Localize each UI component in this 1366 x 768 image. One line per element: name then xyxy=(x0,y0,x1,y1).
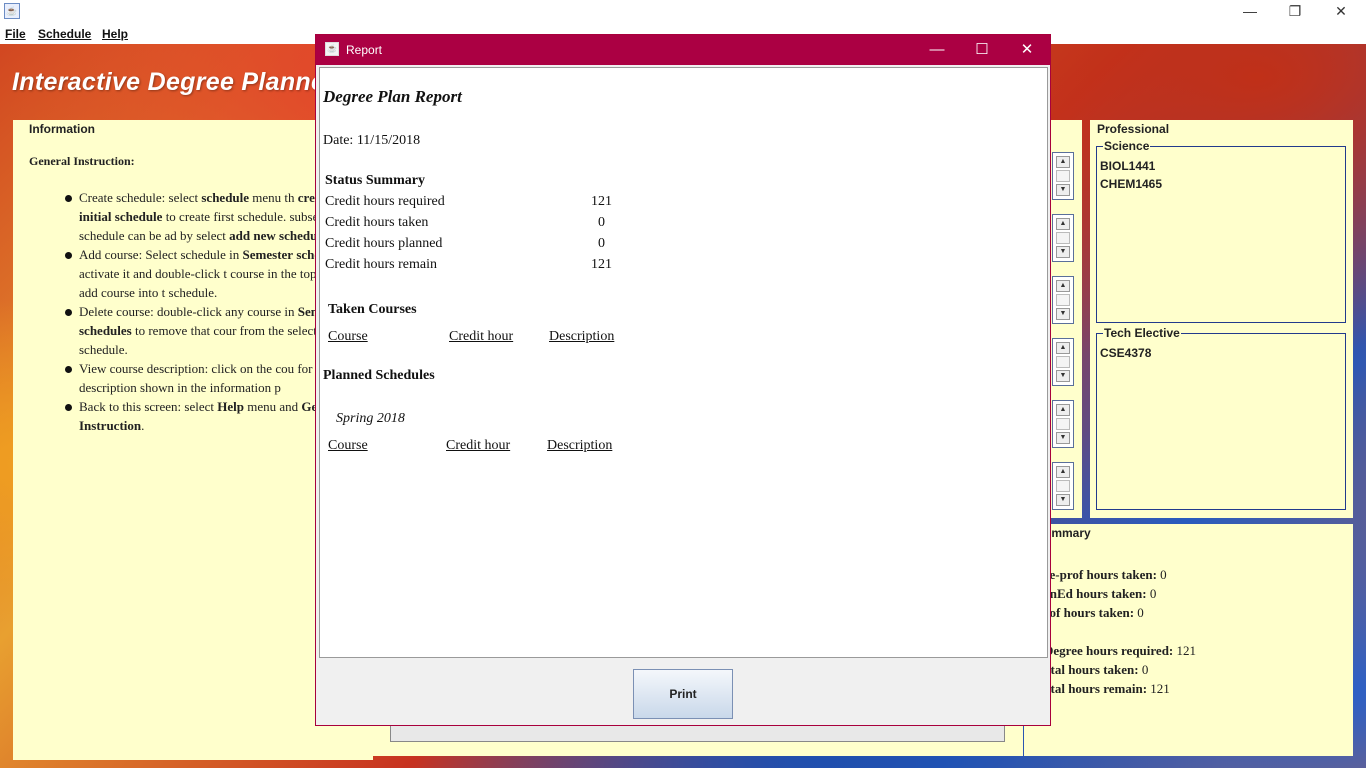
menu-schedule[interactable]: Schedule xyxy=(38,27,91,41)
course-item[interactable]: CHEM1465 xyxy=(1100,177,1162,191)
professional-panel: Professional Science BIOL1441 CHEM1465 T… xyxy=(1090,120,1353,518)
planned-header-course: Course xyxy=(328,438,368,453)
tech-elective-group: Tech Elective CSE4378 xyxy=(1096,326,1346,510)
scroll-down-icon[interactable]: ▼ xyxy=(1056,370,1070,382)
report-dialog-title-bar: ☕ Report — ☐ ✕ xyxy=(316,35,1050,65)
status-row-label: Credit hours taken xyxy=(325,215,429,230)
summary-line: otal hours taken: 0 xyxy=(1044,662,1149,677)
status-row-value: 121 xyxy=(591,257,612,272)
information-title: Information xyxy=(29,122,95,136)
report-dialog-title: Report xyxy=(346,43,383,57)
list-scrollbar[interactable]: ▲ ▼ xyxy=(1052,462,1074,510)
status-row-label: Credit hours remain xyxy=(325,257,437,272)
status-row-value: 0 xyxy=(598,215,605,230)
planned-schedules-title: Planned Schedules xyxy=(323,368,435,383)
semester-schedules-scrollbar[interactable] xyxy=(390,724,1005,742)
scroll-up-icon[interactable]: ▲ xyxy=(1056,466,1070,478)
planned-header-description: Description xyxy=(547,438,613,453)
status-row-label: Credit hours required xyxy=(325,194,445,209)
summary-line: re-prof hours taken: 0 xyxy=(1044,567,1167,582)
science-label: Science xyxy=(1103,139,1151,153)
summary-line: Degree hours required: 121 xyxy=(1044,643,1197,658)
summary-title: ummary xyxy=(1044,526,1091,540)
app-title: Interactive Degree Planne xyxy=(12,68,326,96)
general-instruction-title: General Instruction: xyxy=(29,154,135,168)
scroll-down-icon[interactable]: ▼ xyxy=(1056,308,1070,320)
dialog-maximize-button[interactable]: ☐ xyxy=(959,35,1005,65)
list-scrollbar[interactable]: ▲ ▼ xyxy=(1052,276,1074,324)
java-app-icon: ☕ xyxy=(4,3,20,19)
minimize-button[interactable]: — xyxy=(1227,0,1273,24)
restore-button[interactable]: ❐ xyxy=(1272,0,1318,24)
status-row-value: 121 xyxy=(591,194,612,209)
menu-help-label: Help xyxy=(102,27,129,41)
tech-elective-label: Tech Elective xyxy=(1103,326,1181,340)
scroll-up-icon[interactable]: ▲ xyxy=(1056,342,1070,354)
print-button[interactable]: Print xyxy=(633,669,733,719)
summary-line: enEd hours taken: 0 xyxy=(1044,586,1157,601)
java-app-icon: ☕ xyxy=(325,42,339,56)
scroll-down-icon[interactable]: ▼ xyxy=(1056,184,1070,196)
report-dialog: ☕ Report — ☐ ✕ Degree Plan Report Date: … xyxy=(315,34,1051,726)
semester-name: Spring 2018 xyxy=(336,411,405,426)
summary-line: otal hours remain: 121 xyxy=(1044,681,1170,696)
summary-line: rof hours taken: 0 xyxy=(1044,605,1144,620)
status-row-value: 0 xyxy=(598,236,605,251)
report-heading: Degree Plan Report xyxy=(323,87,462,106)
dialog-close-button[interactable]: ✕ xyxy=(1004,35,1050,65)
taken-header-course: Course xyxy=(328,329,368,344)
list-scrollbar[interactable]: ▲ ▼ xyxy=(1052,400,1074,448)
list-scrollbar[interactable]: ▲ ▼ xyxy=(1052,152,1074,200)
menu-schedule-label: Schedule xyxy=(38,27,92,41)
taken-header-credit-hour: Credit hour xyxy=(449,329,514,344)
status-summary-title: Status Summary xyxy=(325,173,425,188)
summary-panel: ummary re-prof hours taken: 0 enEd hours… xyxy=(1024,524,1353,756)
planned-header-credit-hour: Credit hour xyxy=(446,438,511,453)
scroll-down-icon[interactable]: ▼ xyxy=(1056,432,1070,444)
science-group: Science BIOL1441 CHEM1465 xyxy=(1096,139,1346,323)
scroll-up-icon[interactable]: ▲ xyxy=(1056,218,1070,230)
menu-file-label: File xyxy=(5,27,26,41)
status-row-label: Credit hours planned xyxy=(325,236,443,251)
scroll-up-icon[interactable]: ▲ xyxy=(1056,156,1070,168)
taken-header-description: Description xyxy=(549,329,615,344)
list-scrollbar[interactable]: ▲ ▼ xyxy=(1052,214,1074,262)
menu-help[interactable]: Help xyxy=(102,27,128,41)
main-title-bar: ☕ — ❐ ✕ xyxy=(0,0,1366,24)
close-button[interactable]: ✕ xyxy=(1318,0,1364,24)
course-item[interactable]: CSE4378 xyxy=(1100,346,1151,360)
scroll-down-icon[interactable]: ▼ xyxy=(1056,246,1070,258)
taken-courses-title: Taken Courses xyxy=(328,302,417,317)
professional-title: Professional xyxy=(1097,122,1170,136)
course-item[interactable]: BIOL1441 xyxy=(1100,159,1155,173)
menu-file[interactable]: File xyxy=(5,27,26,41)
scroll-up-icon[interactable]: ▲ xyxy=(1056,404,1070,416)
scroll-down-icon[interactable]: ▼ xyxy=(1056,494,1070,506)
list-scrollbar[interactable]: ▲ ▼ xyxy=(1052,338,1074,386)
scroll-up-icon[interactable]: ▲ xyxy=(1056,280,1070,292)
report-content: Degree Plan Report Date: 11/15/2018 Stat… xyxy=(319,67,1048,658)
dialog-minimize-button[interactable]: — xyxy=(914,35,960,65)
report-date: Date: 11/15/2018 xyxy=(323,133,421,148)
